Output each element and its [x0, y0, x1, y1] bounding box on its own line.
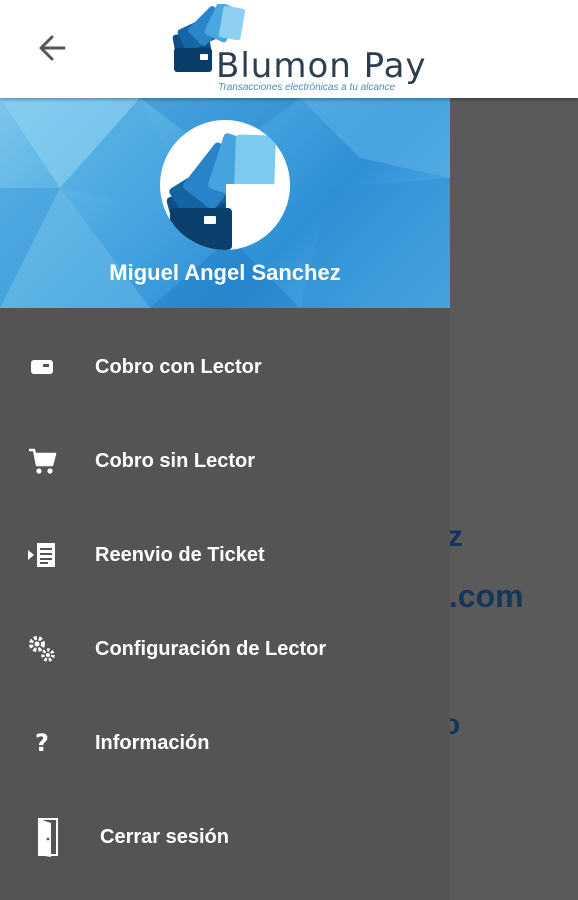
brand-logo: Blumon Pay Transacciones electrónicas a … [168, 4, 443, 94]
menu-item-informacion[interactable]: ? Información [0, 696, 450, 790]
question-icon: ? [35, 729, 49, 757]
menu-item-label: Reenvio de Ticket [95, 543, 265, 566]
brand-tagline: Transacciones electrónicas a tu alcance [218, 82, 396, 93]
ticket-forward-icon [24, 537, 60, 573]
background-text: z [448, 520, 463, 553]
avatar[interactable] [160, 120, 290, 250]
menu-item-cerrar-sesion[interactable]: Cerrar sesión [0, 790, 450, 884]
gears-icon [24, 631, 60, 667]
menu-item-label: Información [95, 731, 210, 754]
menu-item-label: Cobro con Lector [95, 355, 262, 378]
back-arrow-icon[interactable] [34, 30, 74, 66]
menu-item-label: Cobro sin Lector [95, 449, 256, 472]
brand-name: Blumon Pay [216, 46, 427, 86]
menu-item-cobro-sin-lector[interactable]: Cobro sin Lector [0, 414, 450, 508]
drawer-header: Miguel Angel Sanchez [0, 98, 450, 308]
background-email-text: l.com [440, 578, 524, 614]
navigation-drawer: Miguel Angel Sanchez Cobro con Lector Co… [0, 98, 450, 900]
cart-icon [24, 443, 60, 479]
app-bar: Blumon Pay Transacciones electrónicas a … [0, 0, 578, 98]
menu-item-reenvio-de-ticket[interactable]: Reenvio de Ticket [0, 508, 450, 602]
door-exit-icon [30, 818, 66, 857]
menu-item-label: Cerrar sesión [100, 825, 229, 848]
menu-item-cobro-con-lector[interactable]: Cobro con Lector [0, 320, 450, 414]
menu-item-configuracion-de-lector[interactable]: Configuración de Lector [0, 602, 450, 696]
user-name: Miguel Angel Sanchez [109, 260, 341, 285]
menu-item-label: Configuración de Lector [95, 637, 327, 660]
card-reader-icon [24, 349, 60, 385]
